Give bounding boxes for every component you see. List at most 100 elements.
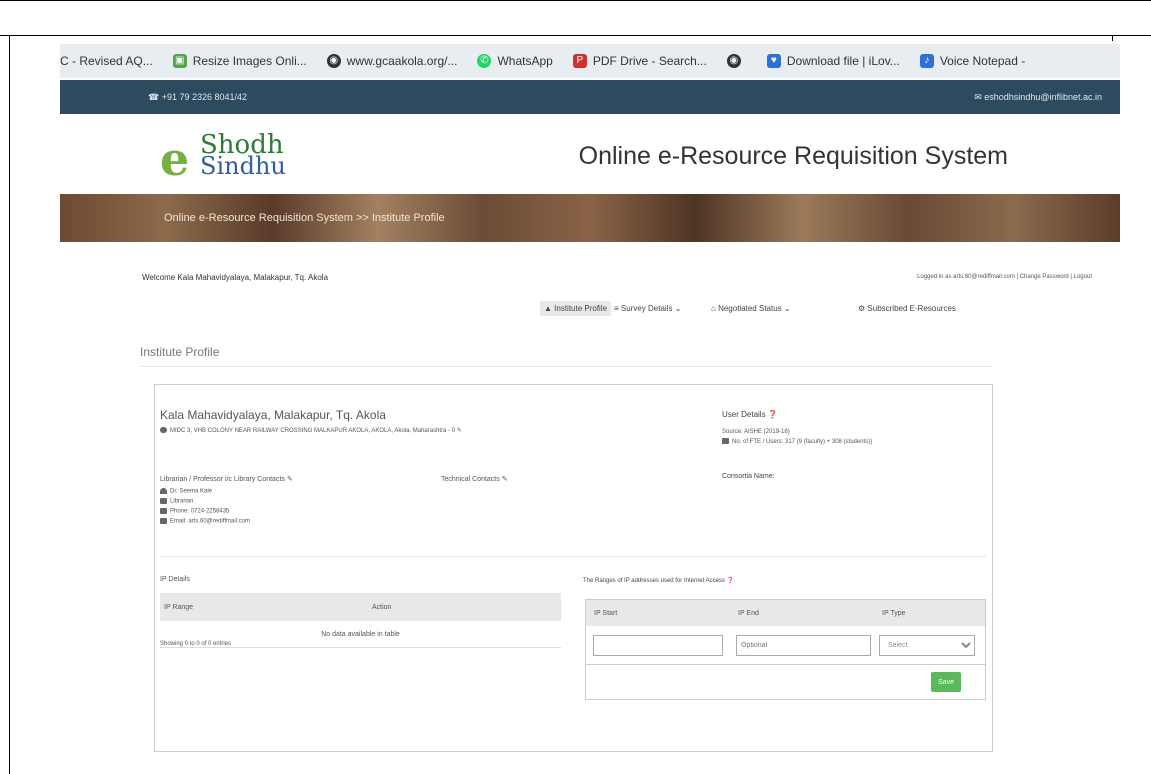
email-address: eshodhsindhu@inflibnet.ac.in — [984, 92, 1102, 102]
table-info: Showing 0 to 0 of 0 entries — [160, 641, 232, 647]
col-ip-end: IP End — [738, 610, 759, 617]
bookmark-label: www.gcaakola.org/... — [346, 54, 458, 68]
user-icon — [160, 488, 167, 494]
tab-label: Subscribed E-Resources — [867, 304, 956, 313]
edit-icon[interactable]: ✎ — [287, 476, 293, 483]
help-icon[interactable]: ❓ — [768, 410, 778, 419]
eshodhsindhu-logo[interactable]: e Shodh Sindhu — [160, 128, 320, 190]
help-icon[interactable]: ❓ — [727, 578, 734, 584]
bookmark-label: C - Revised AQ... — [60, 54, 153, 68]
bookmark-label: Voice Notepad - — [939, 54, 1026, 68]
librarian-phone: Phone: 0724-2258435 — [160, 508, 229, 515]
form-separator — [586, 664, 985, 665]
bookmarks-bar: C - Revised AQ... ▣ Resize Images Onli...… — [60, 44, 1120, 78]
document-frame-top — [0, 0, 1151, 36]
main-nav: ▲ Institute Profile ≡ Survey Details ⌄ ⌂… — [0, 300, 1151, 320]
title-divider — [140, 366, 993, 367]
bookmark-revised-aq[interactable]: C - Revised AQ... — [60, 54, 153, 68]
section-divider — [160, 556, 986, 557]
ip-type-select[interactable]: Select — [879, 635, 975, 656]
librarian-name: Dr. Seema Kale — [160, 488, 212, 495]
welcome-text: Welcome Kala Mahavidyalaya, Malakapur, T… — [142, 273, 329, 282]
save-button[interactable]: Save — [931, 672, 961, 692]
envelope-icon — [160, 518, 167, 524]
institution-icon — [160, 498, 167, 504]
edit-icon[interactable]: ✎ — [502, 476, 508, 483]
tab-negotiated-status[interactable]: ⌂ Negotiated Status ⌄ — [711, 304, 791, 313]
bookmark-gcaakola[interactable]: ◉ www.gcaakola.org/... — [326, 54, 458, 68]
table-header-row: IP Range Action — [160, 593, 561, 621]
tab-subscribed-eresources[interactable]: ⚙ Subscribed E-Resources — [858, 304, 956, 313]
col-action[interactable]: Action — [368, 593, 561, 621]
bookmark-whatsapp[interactable]: ✆ WhatsApp — [477, 54, 553, 68]
phone-text: Phone: 0724-2258435 — [170, 508, 230, 515]
logo-e: e — [160, 132, 190, 186]
edit-icon[interactable]: ✎ — [457, 428, 462, 434]
tab-institute-profile[interactable]: ▲ Institute Profile — [540, 301, 612, 316]
bookmark-globe[interactable]: ◉ — [726, 54, 747, 68]
tab-label: Negotiated Status — [718, 304, 782, 313]
librarian-heading-text: Librarian / Professor i/c Library Contac… — [160, 476, 285, 483]
globe-icon: ◉ — [326, 54, 341, 68]
logo-sindhu: Sindhu — [200, 152, 286, 180]
ip-ranges-heading: The Ranges of IP addresses used for Inte… — [583, 577, 734, 584]
globe-icon: ◉ — [726, 54, 741, 68]
institute-address: MIDC 3, VHB COLONY NEAR RAILWAY CROSSING… — [160, 427, 462, 434]
whatsapp-icon: ✆ — [477, 54, 492, 68]
bookmark-voice-notepad[interactable]: ♪ Voice Notepad - — [919, 54, 1026, 68]
consortia-name: Consortia Name: — [722, 473, 775, 480]
librarian-name-text: Dr. Seema Kale — [170, 488, 213, 495]
col-ip-type: IP Type — [882, 610, 906, 617]
bookmark-pdf-drive[interactable]: P PDF Drive - Search... — [572, 54, 707, 68]
ip-start-input[interactable] — [593, 635, 723, 656]
document-frame-left — [9, 35, 10, 774]
technical-heading-text: Technical Contacts — [441, 476, 500, 483]
bookmark-label: Resize Images Onli... — [192, 54, 307, 68]
page-title: Institute Profile — [140, 345, 220, 359]
user-details-heading: User Details ❓ — [722, 410, 778, 419]
designation-text: Librarian — [170, 498, 194, 505]
pdf-icon: P — [572, 54, 587, 68]
site-header: e Shodh Sindhu Online e-Resource Requisi… — [60, 114, 1120, 194]
email-text: Email: arts.60@rediffmail.com — [170, 518, 251, 525]
tab-survey-details[interactable]: ≡ Survey Details ⌄ — [614, 304, 681, 313]
ip-details-heading: IP Details — [160, 576, 190, 583]
address-text: MIDC 3, VHB COLONY NEAR RAILWAY CROSSING… — [170, 428, 456, 434]
account-links[interactable]: Logged in as arts.60@rediffmail.com | Ch… — [917, 274, 1092, 280]
document-frame-tick — [1112, 35, 1113, 41]
phone-contact: ☎ +91 79 2326 8041/42 — [148, 92, 248, 102]
col-ip-start: IP Start — [594, 610, 618, 617]
mic-icon: ♪ — [919, 54, 934, 68]
institute-name: Kala Mahavidyalaya, Malakapur, Tq. Akola — [160, 408, 386, 422]
bookmark-ilovepdf[interactable]: ♥ Download file | iLov... — [766, 54, 900, 68]
location-icon — [160, 427, 167, 434]
user-details-label: User Details — [722, 410, 766, 419]
ip-ranges-form: IP Start IP End IP Type Select Save — [585, 599, 986, 700]
bookmark-resize-images[interactable]: ▣ Resize Images Onli... — [172, 54, 307, 68]
bookmark-label: PDF Drive - Search... — [592, 54, 707, 68]
tab-label: Survey Details — [620, 304, 673, 313]
breadcrumb-banner: Online e-Resource Requisition System >> … — [60, 194, 1120, 242]
technical-contacts-heading: Technical Contacts ✎ — [441, 475, 508, 483]
phone-icon — [160, 508, 167, 514]
image-icon: ▣ — [172, 54, 187, 68]
librarian-email: Email: arts.60@rediffmail.com — [160, 518, 250, 525]
phone-number: +91 79 2326 8041/42 — [161, 92, 248, 102]
bookmark-label: Download file | iLov... — [786, 54, 900, 68]
ranges-heading-text: The Ranges of IP addresses used for Inte… — [583, 578, 725, 584]
librarian-contacts-heading: Librarian / Professor i/c Library Contac… — [160, 475, 293, 483]
database-icon — [722, 438, 729, 445]
tab-label: Institute Profile — [554, 304, 608, 313]
breadcrumb: Online e-Resource Requisition System >> … — [164, 212, 445, 224]
bookmark-label: WhatsApp — [497, 54, 553, 68]
email-contact[interactable]: ✉ eshodhsindhu@inflibnet.ac.in — [974, 92, 1102, 103]
fte-info: No. of FTE / Users: 317 (9 (faculty) + 3… — [722, 438, 987, 447]
ip-details-table: IP Range Action No data available in tab… — [160, 593, 561, 648]
ranges-header-row: IP Start IP End IP Type — [586, 600, 985, 626]
site-title: Online e-Resource Requisition System — [578, 142, 1008, 170]
col-ip-range[interactable]: IP Range — [160, 593, 368, 621]
ip-end-input[interactable] — [736, 635, 871, 656]
ilovepdf-icon: ♥ — [766, 54, 781, 68]
fte-text: No. of FTE / Users: 317 (9 (faculty) + 3… — [732, 439, 873, 445]
site-topbar: ☎ +91 79 2326 8041/42 ✉ eshodhsindhu@inf… — [60, 80, 1120, 114]
